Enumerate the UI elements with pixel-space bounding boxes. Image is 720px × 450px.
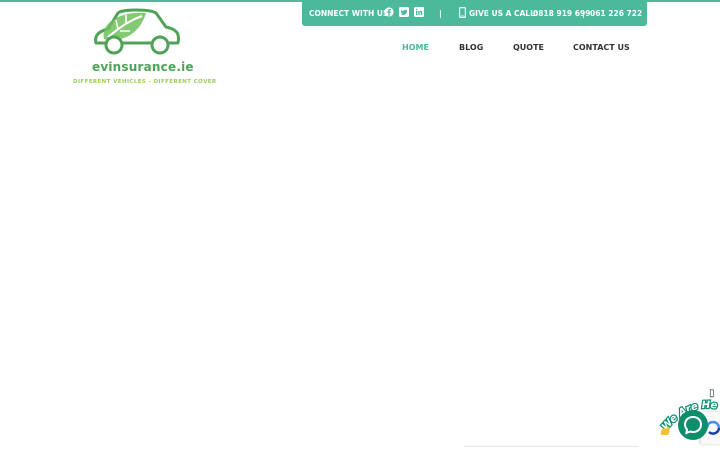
content-divider [464, 446, 639, 447]
car-leaf-logo-icon [94, 8, 180, 55]
chat-launcher-button[interactable] [678, 410, 708, 440]
phone-separator: | [582, 9, 585, 18]
site-logo[interactable]: evinsurance.ie DIFFERENT VEHICLES - DIFF… [72, 7, 216, 85]
nav-home-link[interactable]: HOME [402, 43, 429, 52]
phone-number-2[interactable]: 061 226 722 [590, 0, 642, 26]
contact-topbar: CONNECT WITH US: | GIVE US A CALL: 0818 … [302, 0, 647, 26]
topbar-separator: | [439, 9, 442, 18]
logo-wordmark: evinsurance.ie [92, 60, 194, 74]
connect-label: CONNECT WITH US: [309, 9, 392, 18]
page: evinsurance.ie DIFFERENT VEHICLES - DIFF… [0, 0, 720, 450]
facebook-icon[interactable] [384, 7, 394, 17]
nav-quote-link[interactable]: QUOTE [513, 43, 544, 52]
nav-blog-link[interactable]: BLOG [459, 43, 483, 52]
call-label: GIVE US A CALL: [469, 9, 538, 18]
linkedin-icon[interactable] [414, 7, 424, 17]
twitter-icon[interactable] [399, 7, 409, 17]
chat-bubble-icon [683, 415, 703, 435]
nav-contact-link[interactable]: CONTACT US [573, 43, 630, 52]
logo-tagline: DIFFERENT VEHICLES - DIFFERENT COVER [73, 79, 217, 85]
mobile-phone-icon [459, 7, 466, 18]
